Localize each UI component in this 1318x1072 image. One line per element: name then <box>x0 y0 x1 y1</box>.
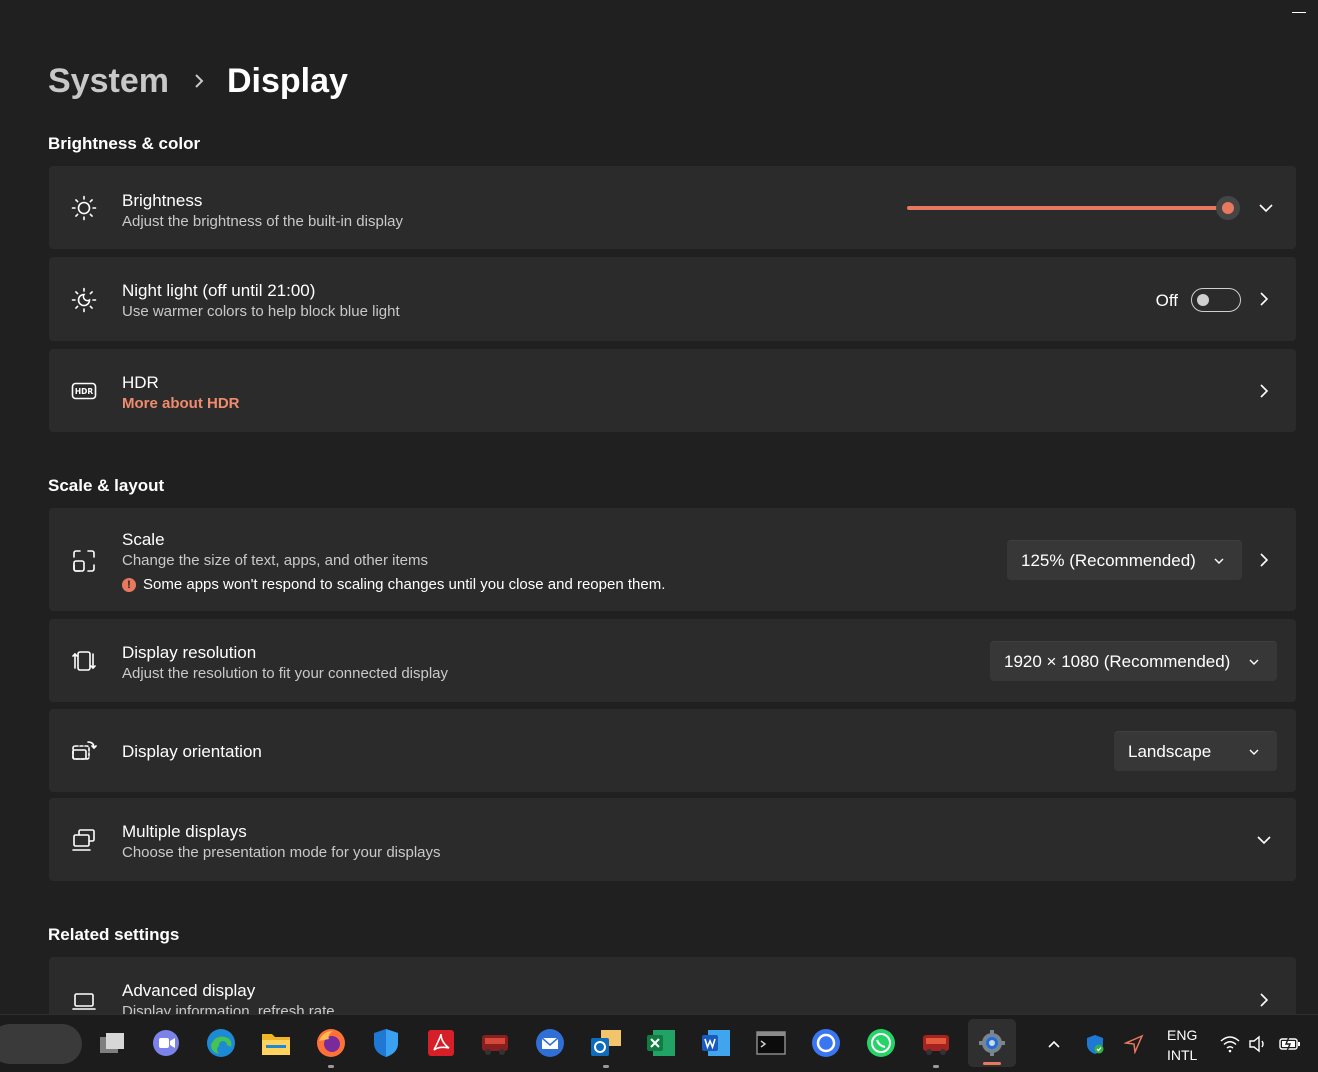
minimize-button[interactable] <box>1292 4 1306 18</box>
breadcrumb: System Display <box>48 62 348 101</box>
brightness-slider-thumb[interactable] <box>1216 196 1240 220</box>
display-resolution-subtitle: Adjust the resolution to fit your connec… <box>122 665 449 682</box>
laptop-icon <box>69 986 99 1016</box>
orientation-dropdown-value: Landscape <box>1128 741 1212 761</box>
display-orientation-title: Display orientation <box>122 742 262 761</box>
taskbar: ENG INTL <box>0 1014 1318 1072</box>
multiple-displays-title: Multiple displays <box>122 822 247 841</box>
scale-title: Scale <box>122 530 165 549</box>
signal-icon[interactable] <box>809 1026 843 1060</box>
chevron-right-icon <box>193 69 205 95</box>
warning-icon: ! <box>122 577 136 592</box>
section-brightness-color: Brightness & color <box>48 134 201 153</box>
game-icon[interactable] <box>478 1026 512 1060</box>
edge-icon[interactable] <box>204 1026 238 1060</box>
brightness-title: Brightness <box>122 191 203 210</box>
scale-warning-text: Some apps won't respond to scaling chang… <box>143 576 666 593</box>
brightness-card[interactable]: Brightness Adjust the brightness of the … <box>49 166 1296 249</box>
hdr-icon: HDR <box>69 376 99 406</box>
orientation-dropdown[interactable]: Landscape <box>1114 731 1277 771</box>
advanced-display-title: Advanced display <box>122 981 256 1000</box>
outlook-icon[interactable] <box>589 1026 623 1068</box>
language-code: ENG <box>1167 1027 1198 1043</box>
scale-icon <box>69 546 99 576</box>
chevron-down-icon[interactable] <box>1258 200 1274 216</box>
chevron-right-icon[interactable] <box>1256 291 1272 307</box>
teams-icon[interactable] <box>149 1026 183 1060</box>
running-indicator <box>328 1065 334 1068</box>
hdr-title: HDR <box>122 373 159 392</box>
svg-text:HDR: HDR <box>75 387 94 396</box>
resolution-dropdown-value: 1920 × 1080 (Recommended) <box>1004 651 1231 671</box>
sun-icon <box>69 193 99 223</box>
multiple-displays-card[interactable]: Multiple displays Choose the presentatio… <box>49 798 1296 881</box>
battery-icon[interactable] <box>1279 1033 1301 1055</box>
defender-icon[interactable] <box>369 1026 403 1060</box>
multiple-displays-subtitle: Choose the presentation mode for your di… <box>122 844 441 861</box>
display-resolution-card[interactable]: Display resolution Adjust the resolution… <box>49 619 1296 702</box>
location-icon[interactable] <box>1123 1033 1145 1055</box>
hdr-more-link[interactable]: More about HDR <box>122 395 240 412</box>
acrobat-icon[interactable] <box>424 1026 458 1060</box>
word-icon[interactable] <box>699 1026 733 1060</box>
brightness-slider-track[interactable] <box>907 206 1229 210</box>
scale-dropdown-value: 125% (Recommended) <box>1021 550 1196 570</box>
breadcrumb-system[interactable]: System <box>48 62 169 101</box>
file-explorer-icon[interactable] <box>259 1026 293 1060</box>
security-shield-icon[interactable] <box>1084 1033 1106 1055</box>
orientation-icon <box>69 736 99 766</box>
mail-app-icon[interactable] <box>533 1026 567 1060</box>
chevron-up-icon[interactable] <box>1043 1033 1065 1055</box>
scale-dropdown[interactable]: 125% (Recommended) <box>1007 540 1242 580</box>
night-light-state: Off <box>1155 291 1178 310</box>
excel-icon[interactable] <box>644 1026 678 1060</box>
chevron-down-icon <box>1247 744 1261 758</box>
wifi-icon[interactable] <box>1219 1033 1241 1055</box>
running-indicator <box>933 1065 939 1068</box>
whatsapp-icon[interactable] <box>864 1026 898 1060</box>
resolution-icon <box>69 646 99 676</box>
scale-card[interactable]: Scale Change the size of text, apps, and… <box>49 508 1296 611</box>
section-scale-layout: Scale & layout <box>48 476 165 495</box>
night-light-icon <box>69 285 99 315</box>
running-indicator <box>603 1065 609 1068</box>
chevron-down-icon <box>1247 654 1261 668</box>
night-light-subtitle: Use warmer colors to help block blue lig… <box>122 303 400 320</box>
resolution-dropdown[interactable]: 1920 × 1080 (Recommended) <box>990 641 1277 681</box>
page-title: Display <box>226 62 348 100</box>
multiple-displays-icon <box>69 825 99 855</box>
section-related-settings: Related settings <box>48 925 180 944</box>
taskbar-search[interactable] <box>0 1024 82 1064</box>
keyboard-layout: INTL <box>1167 1047 1198 1063</box>
display-resolution-title: Display resolution <box>122 643 257 662</box>
night-light-card[interactable]: Night light (off until 21:00) Use warmer… <box>49 257 1296 341</box>
chevron-down-icon <box>1212 553 1226 567</box>
night-light-title: Night light (off until 21:00) <box>122 281 316 300</box>
hdr-card[interactable]: HDR HDR More about HDR <box>49 349 1296 432</box>
brightness-subtitle: Adjust the brightness of the built-in di… <box>122 213 403 230</box>
settings-icon[interactable] <box>968 1019 1016 1067</box>
volume-icon[interactable] <box>1247 1033 1269 1055</box>
task-view-icon[interactable] <box>95 1026 129 1060</box>
chevron-down-icon[interactable] <box>1256 832 1272 848</box>
firefox-icon[interactable] <box>314 1026 348 1068</box>
display-orientation-card[interactable]: Display orientation Landscape <box>49 709 1296 792</box>
terminal-icon[interactable] <box>754 1026 788 1060</box>
chevron-right-icon[interactable] <box>1256 992 1272 1008</box>
active-indicator <box>983 1062 1001 1065</box>
language-indicator[interactable]: ENG INTL <box>1167 1025 1197 1065</box>
scale-subtitle: Change the size of text, apps, and other… <box>122 552 429 569</box>
night-light-toggle[interactable] <box>1191 288 1241 312</box>
chevron-right-icon[interactable] <box>1256 552 1272 568</box>
scale-warning: ! Some apps won't respond to scaling cha… <box>122 576 665 593</box>
game-2-icon[interactable] <box>919 1026 953 1068</box>
chevron-right-icon[interactable] <box>1256 383 1272 399</box>
